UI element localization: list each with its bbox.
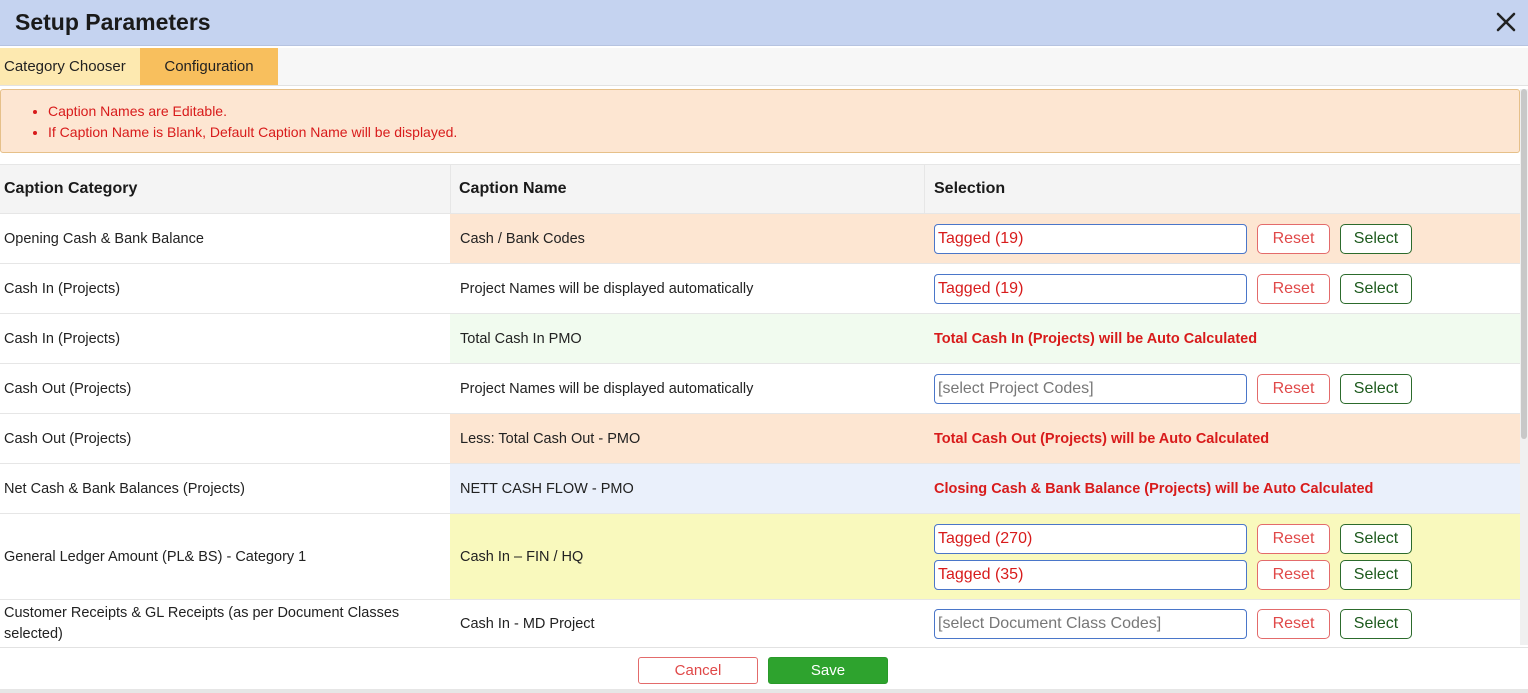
table-row: General Ledger Amount (PL& BS) - Categor… [0, 514, 1520, 600]
select-button[interactable]: Select [1340, 373, 1412, 404]
row-caption-name[interactable]: Total Cash In PMO [450, 314, 925, 363]
row-category: Opening Cash & Bank Balance [4, 230, 204, 247]
row-category: Customer Receipts & GL Receipts (as per … [4, 604, 400, 642]
select-button[interactable]: Select [1340, 273, 1412, 304]
header-caption-category: Caption Category [4, 180, 138, 197]
close-icon[interactable] [1492, 8, 1520, 36]
cancel-button[interactable]: Cancel [638, 657, 758, 684]
reset-button[interactable]: Reset [1257, 223, 1330, 254]
reset-button[interactable]: Reset [1257, 608, 1330, 639]
title-bar: Setup Parameters [0, 0, 1528, 46]
table-row: Cash Out (Projects) Project Names will b… [0, 364, 1520, 414]
row-caption-name[interactable]: NETT CASH FLOW - PMO [450, 464, 925, 513]
selection-field[interactable]: [select Document Class Codes] [934, 608, 1247, 639]
row-selection: [select Document Class Codes] Reset Sele… [925, 600, 1520, 647]
dialog-title: Setup Parameters [15, 9, 211, 35]
row-category: Cash Out (Projects) [4, 380, 132, 397]
reset-button[interactable]: Reset [1257, 523, 1330, 554]
header-selection: Selection [934, 180, 1006, 197]
auto-calculated-note: Total Cash Out (Projects) will be Auto C… [934, 430, 1270, 447]
row-caption-name[interactable]: Less: Total Cash Out - PMO [450, 414, 925, 463]
row-selection: Tagged (19) Reset Select [925, 214, 1520, 263]
tab-category-chooser[interactable]: Category Chooser [0, 48, 140, 85]
table-row: Cash In (Projects) Project Names will be… [0, 264, 1520, 314]
select-button[interactable]: Select [1340, 608, 1412, 639]
row-selection: Closing Cash & Bank Balance (Projects) w… [925, 464, 1520, 513]
dialog-footer: Cancel Save [0, 647, 1528, 693]
row-caption-name: Project Names will be displayed automati… [460, 380, 754, 397]
header-caption-name: Caption Name [450, 165, 925, 213]
selection-field[interactable]: [select Project Codes] [934, 373, 1247, 404]
notice-item: If Caption Name is Blank, Default Captio… [48, 122, 457, 143]
row-caption-name[interactable]: Cash / Bank Codes [450, 214, 925, 263]
row-selection: Total Cash Out (Projects) will be Auto C… [925, 414, 1520, 463]
reset-button[interactable]: Reset [1257, 273, 1330, 304]
row-category: Cash Out (Projects) [4, 430, 132, 447]
vertical-scrollbar[interactable] [1520, 89, 1528, 645]
row-selection: Total Cash In (Projects) will be Auto Ca… [925, 314, 1520, 363]
selection-field[interactable]: Tagged (270) [934, 523, 1247, 554]
row-category: Cash In (Projects) [4, 280, 121, 297]
table-row: Cash Out (Projects) Less: Total Cash Out… [0, 414, 1520, 464]
select-button[interactable]: Select [1340, 523, 1412, 554]
table-row: Cash In (Projects) Total Cash In PMO Tot… [0, 314, 1520, 364]
row-category: General Ledger Amount (PL& BS) - Categor… [4, 548, 307, 565]
table-header: Caption Category Caption Name Selection [0, 164, 1520, 214]
scrollbar-thumb[interactable] [1521, 89, 1527, 439]
row-category: Net Cash & Bank Balances (Projects) [4, 480, 245, 497]
row-category: Cash In (Projects) [4, 330, 121, 347]
auto-calculated-note: Closing Cash & Bank Balance (Projects) w… [934, 480, 1374, 497]
reset-button[interactable]: Reset [1257, 559, 1330, 590]
select-button[interactable]: Select [1340, 223, 1412, 254]
row-caption-name: Cash In - MD Project [460, 615, 595, 632]
tab-configuration[interactable]: Configuration [140, 48, 278, 85]
save-button[interactable]: Save [768, 657, 888, 684]
info-notice: Caption Names are Editable. If Caption N… [0, 89, 1520, 153]
tab-bar: Category Chooser Configuration [0, 48, 1528, 86]
selection-field[interactable]: Tagged (19) [934, 273, 1247, 304]
auto-calculated-note: Total Cash In (Projects) will be Auto Ca… [934, 330, 1258, 347]
row-selection: Tagged (270) Reset Select Tagged (35) Re… [925, 514, 1520, 599]
row-caption-name: Project Names will be displayed automati… [460, 280, 754, 297]
row-caption-name[interactable]: Cash In – FIN / HQ [450, 514, 925, 599]
table-row: Opening Cash & Bank Balance Cash / Bank … [0, 214, 1520, 264]
select-button[interactable]: Select [1340, 559, 1412, 590]
reset-button[interactable]: Reset [1257, 373, 1330, 404]
row-selection: [select Project Codes] Reset Select [925, 364, 1520, 413]
bottom-divider [0, 689, 1528, 693]
table-row: Customer Receipts & GL Receipts (as per … [0, 600, 1520, 648]
row-selection: Tagged (19) Reset Select [925, 264, 1520, 313]
selection-field[interactable]: Tagged (19) [934, 223, 1247, 254]
selection-field[interactable]: Tagged (35) [934, 559, 1247, 590]
notice-item: Caption Names are Editable. [48, 101, 457, 122]
table-row: Net Cash & Bank Balances (Projects) NETT… [0, 464, 1520, 514]
